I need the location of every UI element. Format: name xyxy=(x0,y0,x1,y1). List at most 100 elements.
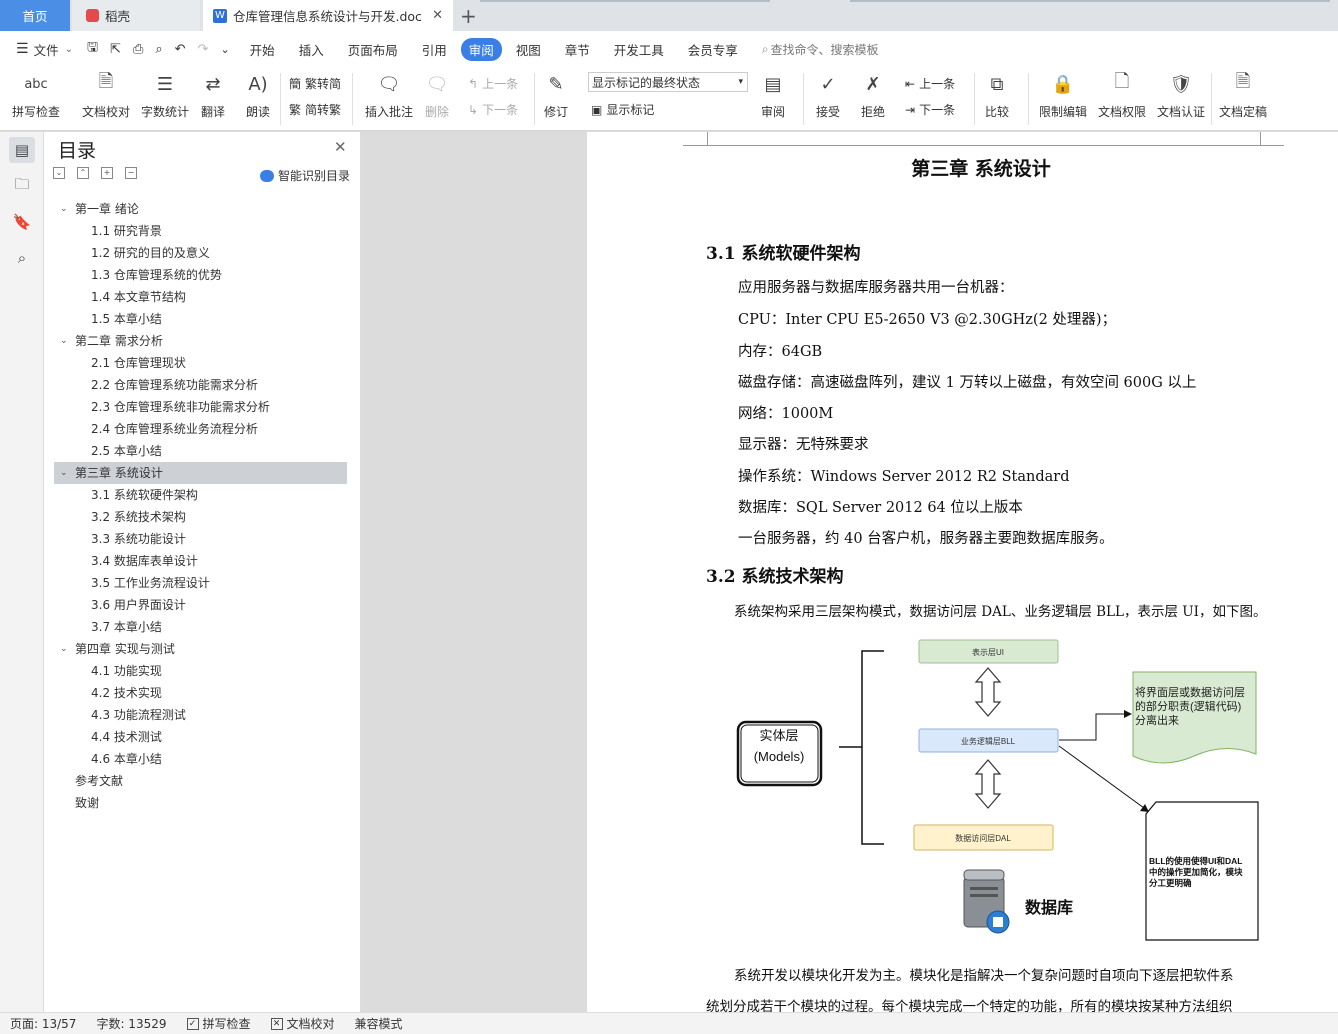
read-aloud-button[interactable]: A) 朗读 xyxy=(245,71,271,120)
toc-item[interactable]: ⌄ 第三章 系统设计 xyxy=(54,462,347,484)
toc-item[interactable]: 1.2 研究的目的及意义 xyxy=(54,242,347,264)
toc-item[interactable]: ⌄ 第四章 实现与测试 xyxy=(54,638,347,660)
document-page[interactable]: 第三章 系统设计 3.1 系统软硬件架构 应用服务器与数据库服务器共用一台机器：… xyxy=(587,132,1338,1015)
toc-item[interactable]: 1.4 本文章节结构 xyxy=(54,286,347,308)
menu-start[interactable]: 开始 xyxy=(250,40,275,59)
menu-developer[interactable]: 开发工具 xyxy=(614,40,664,59)
print-icon[interactable]: ⎙ xyxy=(133,42,143,57)
menu-member[interactable]: 会员专享 xyxy=(688,40,738,59)
undo-icon[interactable]: ↶ xyxy=(175,42,186,57)
collapse-caret-icon[interactable]: ⌄ xyxy=(60,330,68,352)
add-level-icon[interactable]: + xyxy=(101,167,113,179)
toc-item[interactable]: ⌄ 第二章 需求分析 xyxy=(54,330,347,352)
show-markup-button[interactable]: ▣ 显示标记 xyxy=(591,101,654,118)
prev-comment-button[interactable]: ↰ 上一条 xyxy=(468,75,518,92)
markup-state-select[interactable]: 显示标记的最终状态 ▾ xyxy=(588,72,748,92)
page-indicator[interactable]: 页面: 13/57 xyxy=(10,1015,76,1032)
next-comment-button[interactable]: ↳ 下一条 xyxy=(468,101,518,118)
toc-item[interactable]: 4.2 技术实现 xyxy=(54,682,347,704)
compare-button[interactable]: ⧉ 比较 xyxy=(984,71,1010,120)
hamburger-icon[interactable]: ☰ xyxy=(16,41,29,57)
smart-toc-button[interactable]: 智能识别目录 xyxy=(260,167,350,184)
spell-check-button[interactable]: abc 拼写检查 xyxy=(12,71,60,120)
doc-permission-button[interactable]: 🗋 文档权限 xyxy=(1098,71,1146,120)
toc-item[interactable]: 致谢 xyxy=(54,792,347,814)
header-margin-mark xyxy=(1260,132,1261,146)
doc-proof-button[interactable]: 🗎 文档校对 xyxy=(82,71,130,120)
collapse-caret-icon[interactable]: ⌄ xyxy=(60,198,68,220)
close-tab-icon[interactable]: ✕ xyxy=(432,8,443,23)
toc-item[interactable]: ⌄ 第一章 绪论 xyxy=(54,198,347,220)
redo-icon[interactable]: ↷ xyxy=(198,42,209,57)
toc-item[interactable]: 4.6 本章小结 xyxy=(54,748,347,770)
menu-file[interactable]: 文件 xyxy=(34,40,59,59)
menu-reference[interactable]: 引用 xyxy=(422,40,447,59)
prev-change-button[interactable]: ⇤ 上一条 xyxy=(905,75,955,92)
tab-home[interactable]: 首页 xyxy=(0,0,70,31)
tab-document[interactable]: W 仓库管理信息系统设计与开发.doc ✕ xyxy=(203,0,453,31)
menu-insert[interactable]: 插入 xyxy=(299,40,324,59)
trad-to-simp-button[interactable]: 簡繁转简 xyxy=(289,75,341,92)
arrow-line xyxy=(1059,713,1124,741)
chapter-title: 第三章 系统设计 xyxy=(911,158,1051,180)
toc-item[interactable]: 4.3 功能流程测试 xyxy=(54,704,347,726)
toc-item[interactable]: 1.3 仓库管理系统的优势 xyxy=(54,264,347,286)
toc-item[interactable]: 3.5 工作业务流程设计 xyxy=(54,572,347,594)
toc-item[interactable]: 3.2 系统技术架构 xyxy=(54,506,347,528)
toc-item[interactable]: 参考文献 xyxy=(54,770,347,792)
status-spell-check[interactable]: ✓ 拼写检查 xyxy=(186,1015,251,1032)
preview-icon[interactable]: ⌕ xyxy=(155,42,162,57)
toc-item[interactable]: 2.4 仓库管理系统业务流程分析 xyxy=(54,418,347,440)
word-count-indicator[interactable]: 字数: 13529 xyxy=(96,1015,166,1032)
close-icon[interactable]: ✕ xyxy=(334,138,347,156)
search-icon[interactable]: ⌕ xyxy=(9,245,35,271)
tab-daoke[interactable]: 稻壳 xyxy=(72,0,200,31)
toc-item[interactable]: 2.2 仓库管理系统功能需求分析 xyxy=(54,374,347,396)
collapse-caret-icon[interactable]: ⌄ xyxy=(60,638,68,660)
more-icon[interactable]: ⌄ xyxy=(220,43,229,56)
toc-item[interactable]: 2.3 仓库管理系统非功能需求分析 xyxy=(54,396,347,418)
word-count-button[interactable]: ☰ 字数统计 xyxy=(141,71,189,120)
toc-item[interactable]: 1.5 本章小结 xyxy=(54,308,347,330)
toc-item[interactable]: 4.4 技术测试 xyxy=(54,726,347,748)
chevron-down-icon[interactable]: ⌄ xyxy=(65,44,73,55)
menu-view[interactable]: 视图 xyxy=(516,40,541,59)
collapse-all-icon[interactable]: ⌃ xyxy=(77,167,89,179)
save-icon[interactable]: 🖫 xyxy=(87,38,98,60)
toc-item[interactable]: 3.7 本章小结 xyxy=(54,616,347,638)
review-pane-button[interactable]: ▤ 审阅 xyxy=(760,71,786,120)
accept-button[interactable]: ✓ 接受 xyxy=(815,71,841,120)
remove-level-icon[interactable]: − xyxy=(125,167,137,179)
bookmark-icon[interactable]: 🔖 xyxy=(9,209,35,235)
toc-item[interactable]: 3.3 系统功能设计 xyxy=(54,528,347,550)
insert-comment-button[interactable]: 🗨 插入批注 xyxy=(365,71,413,120)
menu-chapter[interactable]: 章节 xyxy=(565,40,590,59)
menu-review[interactable]: 审阅 xyxy=(460,37,502,61)
toc-item[interactable]: 3.4 数据库表单设计 xyxy=(54,550,347,572)
translate-button[interactable]: ⇄ 翻译 xyxy=(200,71,226,120)
reject-button[interactable]: ✗ 拒绝 xyxy=(860,71,886,120)
toc-item[interactable]: 1.1 研究背景 xyxy=(54,220,347,242)
simp-to-trad-button[interactable]: 繁简转繁 xyxy=(289,101,341,118)
toc-item[interactable]: 4.1 功能实现 xyxy=(54,660,347,682)
status-doc-proof[interactable]: ✕ 文档校对 xyxy=(270,1015,335,1032)
convert-icon: 簡 xyxy=(289,77,302,91)
new-tab-icon[interactable]: + xyxy=(460,4,477,28)
toc-item[interactable]: 2.5 本章小结 xyxy=(54,440,347,462)
export-icon[interactable]: ⇱ xyxy=(110,42,121,57)
collapse-caret-icon[interactable]: ⌄ xyxy=(60,462,68,484)
search-commands[interactable]: 查找命令、搜索模板 xyxy=(771,41,879,58)
revise-button[interactable]: ✎ 修订 xyxy=(543,71,569,120)
doc-final-button[interactable]: 🗎 文档定稿 xyxy=(1219,71,1267,120)
chapter-nav-icon[interactable]: 🗀 xyxy=(9,173,35,199)
toc-panel-icon[interactable]: ▤ xyxy=(9,137,35,163)
toc-item[interactable]: 2.1 仓库管理现状 xyxy=(54,352,347,374)
menu-layout[interactable]: 页面布局 xyxy=(348,40,398,59)
toc-item[interactable]: 3.1 系统软硬件架构 xyxy=(54,484,347,506)
delete-comment-button[interactable]: 🗨 删除 xyxy=(424,71,450,120)
doc-cert-button[interactable]: 🛡 文档认证 xyxy=(1157,71,1205,120)
restrict-edit-button[interactable]: 🔒 限制编辑 xyxy=(1039,71,1087,120)
toc-item[interactable]: 3.6 用户界面设计 xyxy=(54,594,347,616)
next-change-button[interactable]: ⇥ 下一条 xyxy=(905,101,955,118)
expand-all-icon[interactable]: ⌄ xyxy=(53,167,65,179)
